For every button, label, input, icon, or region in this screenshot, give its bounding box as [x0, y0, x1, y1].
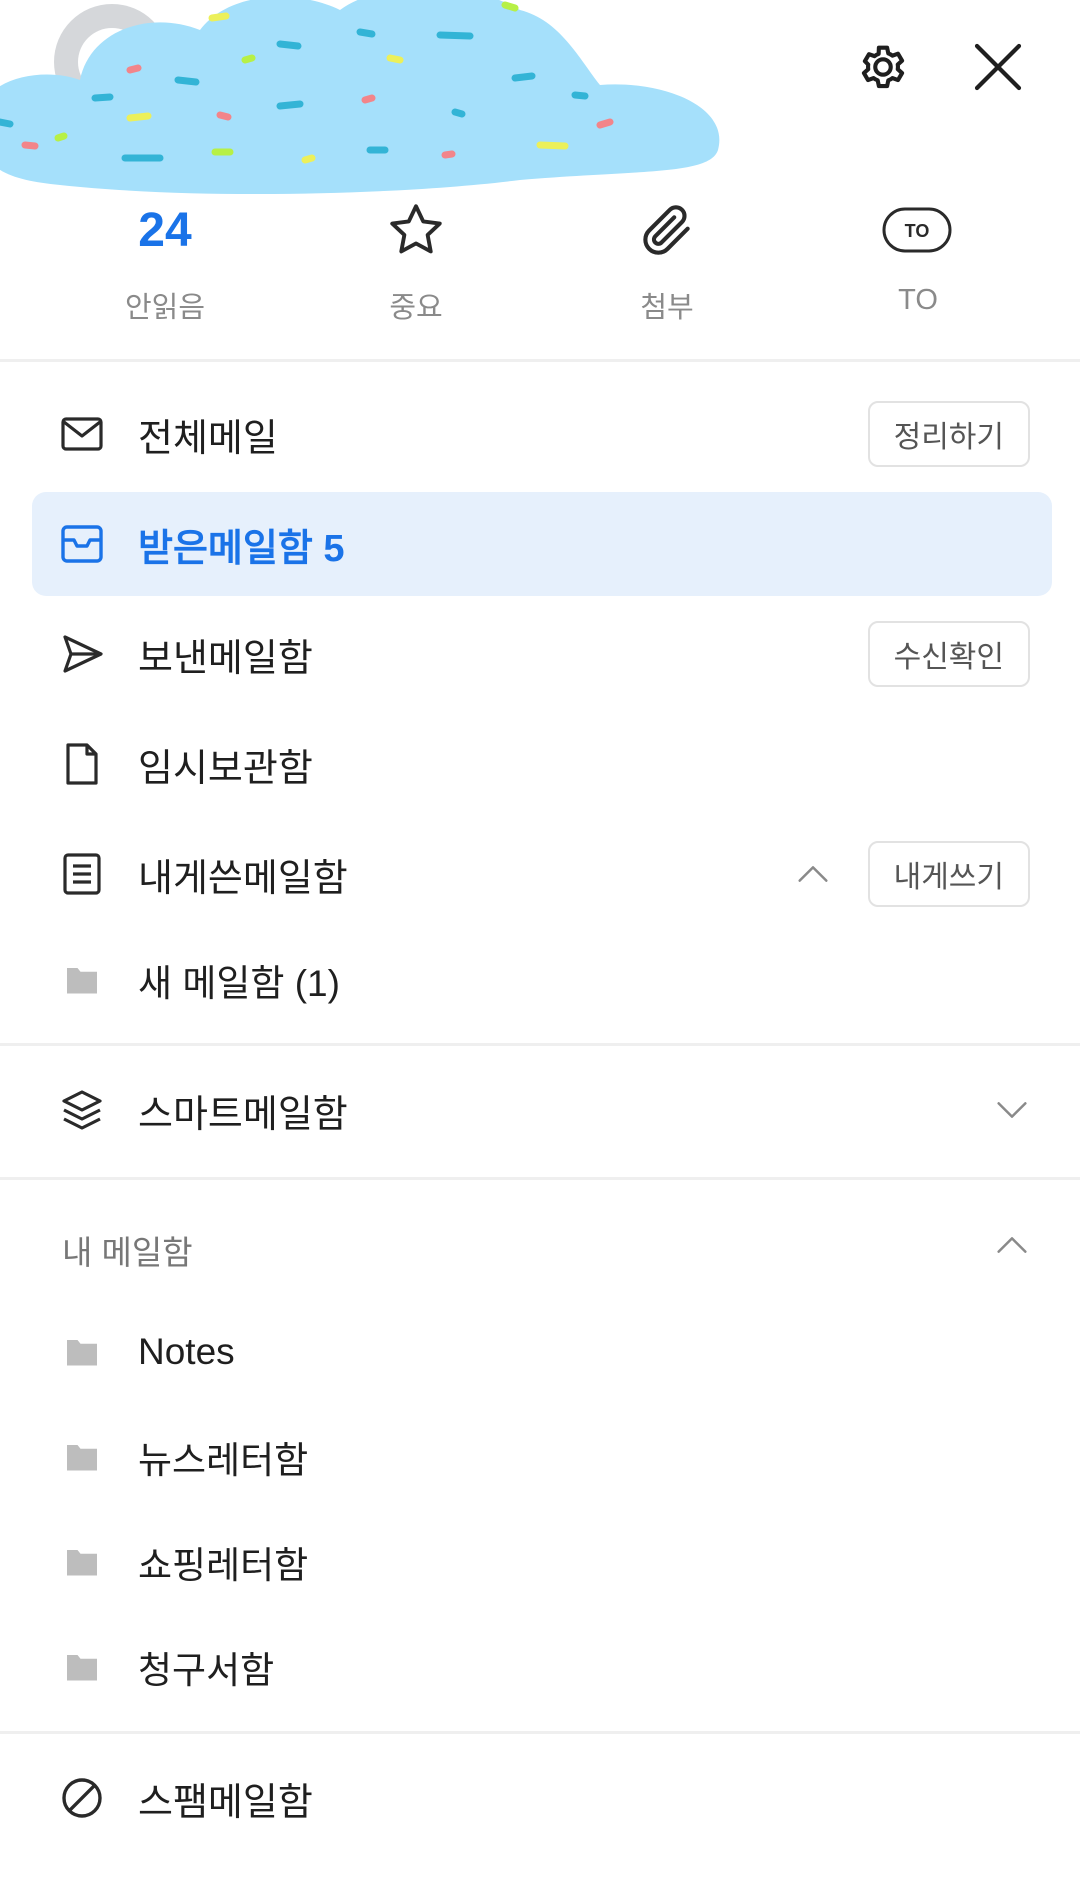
organize-button[interactable]: 정리하기 [867, 401, 1030, 467]
close-icon [974, 43, 1022, 91]
drawer-header: 24 안읽음 중요 첨부 TO TO [0, 0, 1080, 360]
mailbox-sent-label: 보낸메일함 [138, 637, 313, 680]
attachment-filter[interactable]: 첨부 [567, 190, 767, 330]
folder-notes[interactable]: Notes [32, 1300, 1052, 1404]
folder-label: Notes [138, 1331, 235, 1372]
attachment-label: 첨부 [640, 292, 694, 324]
gear-icon [861, 45, 905, 89]
mailbox-smart[interactable]: 스마트메일함 [32, 1058, 1052, 1162]
mailbox-inbox[interactable]: 받은메일함 5 [32, 492, 1052, 596]
inbox-unread-count: 5 [323, 527, 345, 570]
mailbox-self-label: 내게쓴메일함 [138, 857, 348, 900]
mailbox-spam[interactable]: 스팸메일함 [32, 1746, 1052, 1850]
chevron-up-icon[interactable] [987, 1220, 1037, 1270]
to-badge-text: TO [905, 221, 930, 241]
folder-icon [56, 1326, 108, 1378]
unread-count: 24 [138, 203, 192, 257]
mail-icon [56, 408, 108, 460]
block-icon [56, 1772, 108, 1824]
divider [0, 1731, 1080, 1734]
to-badge-icon: TO [882, 207, 952, 253]
profile-cloud-banner [0, 0, 720, 195]
folder-label: 청구서함 [138, 1650, 275, 1691]
folder-shopping[interactable]: 쇼핑레터함 [32, 1510, 1052, 1614]
to-label: TO [898, 284, 938, 316]
mailbox-smart-label: 스마트메일함 [138, 1093, 348, 1136]
draft-document-icon [56, 738, 108, 790]
folder-icon [56, 1641, 108, 1693]
settings-button[interactable] [848, 32, 918, 102]
divider [0, 1177, 1080, 1180]
mailbox-drafts-label: 임시보관함 [138, 747, 313, 790]
mailbox-self[interactable]: 내게쓴메일함 내게쓰기 [32, 822, 1052, 926]
folder-label: 쇼핑레터함 [138, 1545, 309, 1586]
mailbox-drafts[interactable]: 임시보관함 [32, 712, 1052, 816]
my-mailboxes-title: 내 메일함 [62, 1234, 193, 1271]
folder-icon [56, 954, 108, 1006]
mailbox-self-subfolder-label: 새 메일함 (1) [138, 963, 340, 1004]
folder-bills[interactable]: 청구서함 [32, 1615, 1052, 1719]
mailbox-inbox-label: 받은메일함 5 [138, 517, 345, 572]
unread-filter[interactable]: 24 안읽음 [65, 190, 265, 330]
star-icon [390, 204, 442, 254]
folder-icon [56, 1536, 108, 1588]
layers-icon [56, 1084, 108, 1136]
read-receipt-button[interactable]: 수신확인 [867, 621, 1030, 687]
mailbox-all-label: 전체메일 [138, 417, 278, 460]
inbox-icon [56, 518, 108, 570]
unread-label: 안읽음 [124, 292, 206, 324]
folder-label: 뉴스레터함 [138, 1440, 309, 1481]
send-icon [56, 628, 108, 680]
to-filter[interactable]: TO TO [818, 190, 1018, 330]
mailbox-spam-label: 스팸메일함 [138, 1781, 313, 1824]
important-label: 중요 [389, 292, 443, 324]
write-to-self-button[interactable]: 내게쓰기 [867, 841, 1030, 907]
important-filter[interactable]: 중요 [316, 190, 516, 330]
close-button[interactable] [963, 32, 1033, 102]
note-list-icon [56, 848, 108, 900]
header-divider [0, 359, 1080, 362]
mailbox-all[interactable]: 전체메일 정리하기 [32, 382, 1052, 486]
inbox-name: 받은메일함 [138, 527, 313, 570]
mailbox-sent[interactable]: 보낸메일함 수신확인 [32, 602, 1052, 706]
paperclip-icon [643, 205, 690, 255]
chevron-down-icon[interactable] [987, 1085, 1037, 1135]
divider [0, 1043, 1080, 1046]
chevron-up-icon[interactable] [788, 849, 838, 899]
folder-newsletter[interactable]: 뉴스레터함 [32, 1405, 1052, 1509]
folder-icon [56, 1431, 108, 1483]
mailbox-self-subfolder[interactable]: 새 메일함 (1) [32, 928, 1052, 1032]
